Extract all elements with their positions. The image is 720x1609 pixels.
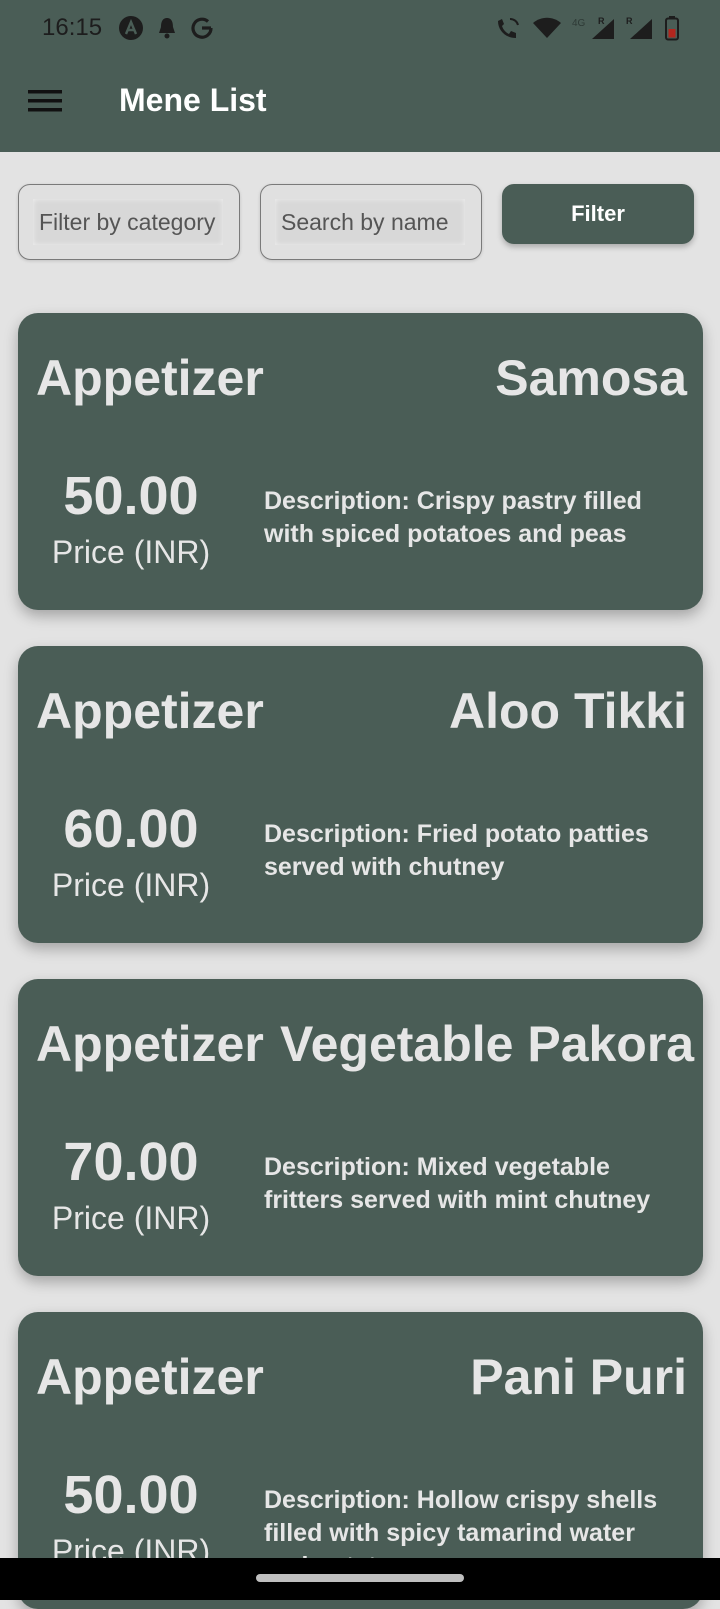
card-name: Samosa [495,350,687,406]
page-title: Mene List [119,82,267,118]
network-label: 4G [572,18,586,29]
name-search-box [260,184,482,260]
card-description: Description: Mixed vegetable fritters se… [264,1153,651,1214]
menu-card[interactable]: Appetizer Vegetable Pakora 70.00 Price (… [18,979,703,1276]
name-search-input[interactable] [275,199,465,245]
signal-4g-icon: 4G R [572,16,614,39]
card-price: 60.00 [63,799,199,859]
category-filter-input[interactable] [33,199,223,245]
menu-button[interactable] [28,86,62,116]
card-price: 70.00 [63,1132,199,1192]
category-filter-box [18,184,240,260]
card-price: 50.00 [63,1465,199,1525]
card-category: Appetizer [36,683,264,739]
card-name: Aloo Tikki [448,683,687,739]
card-price-label: Price (INR) [51,867,211,903]
card-name: Pani Puri [470,1349,687,1405]
status-bar: 16:15 4G R R [0,0,720,56]
app-bar: Mene List [0,56,720,152]
status-icons-right: 4G R R [494,14,680,42]
card-description: Description: Crispy pastry filled with s… [264,487,642,548]
card-price: 50.00 [63,466,199,526]
card-category: Appetizer [36,1016,264,1072]
filter-button[interactable]: Filter [502,184,694,244]
card-price-label: Price (INR) [51,1200,211,1236]
status-icons-left [118,14,214,42]
menu-card[interactable]: Appetizer Aloo Tikki 60.00 Price (INR) D… [18,646,703,943]
status-time: 16:15 [42,14,103,41]
wifi-call-icon [498,18,519,38]
card-name: Vegetable Pakora [280,1016,695,1072]
hamburger-menu-icon [28,90,62,112]
home-gesture-handle[interactable] [256,1574,464,1582]
card-category: Appetizer [36,1349,264,1405]
card-description: Description: Fried potato patties served… [264,820,649,881]
wifi-icon [533,17,561,38]
navigation-bar [0,1558,720,1600]
filter-row: Filter [18,184,702,262]
app-logo-icon [119,16,143,40]
card-price-label: Price (INR) [51,534,211,570]
notification-bell-icon [159,18,175,39]
roaming-label: R [598,16,605,26]
signal-icon: R [626,16,652,39]
roaming-label-2: R [626,16,633,26]
menu-card[interactable]: Appetizer Samosa 50.00 Price (INR) Descr… [18,313,703,610]
card-category: Appetizer [36,350,264,406]
google-g-icon [191,17,213,39]
battery-icon [665,16,679,41]
